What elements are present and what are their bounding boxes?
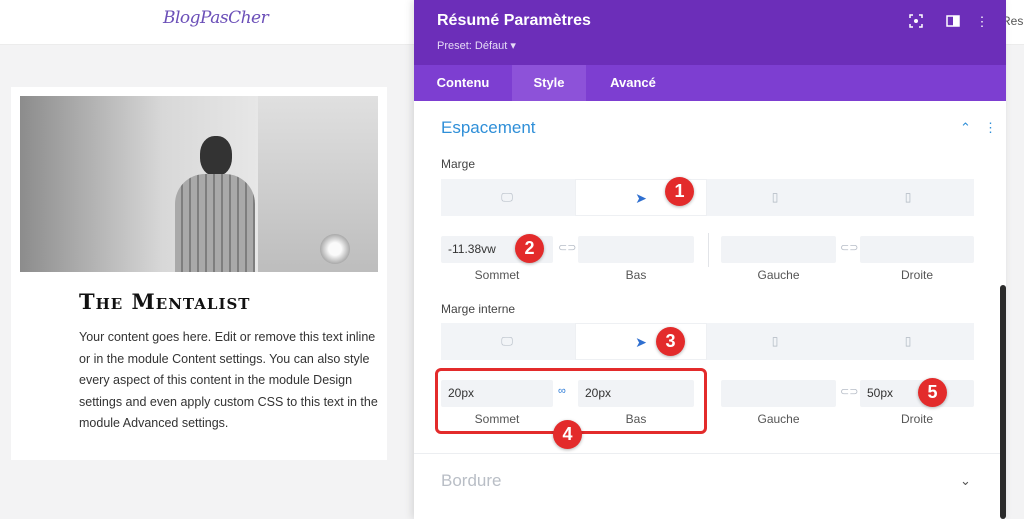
padding-device-bar: 🖵 ➤ ▯ ▯ (441, 323, 974, 360)
preset-dropdown[interactable]: Preset: Défaut ▾ (437, 39, 516, 52)
annotation-badge-3: 3 (656, 327, 685, 356)
tab-avance[interactable]: Avancé (596, 65, 670, 101)
desktop-icon[interactable]: 🖵 (441, 323, 573, 360)
split-view-icon[interactable] (945, 14, 961, 30)
person-suit (175, 174, 255, 272)
tab-bar: Contenu Style Avancé (414, 65, 1006, 101)
panel-title: Résumé Paramètres (437, 12, 591, 29)
cursor-icon: ➤ (635, 190, 647, 206)
screenshot-icon[interactable] (908, 14, 924, 30)
flower-decoration (320, 234, 350, 264)
field-divider (708, 233, 709, 267)
link-icon[interactable]: ⊂⊃ (840, 385, 858, 398)
chevron-down-icon: ▾ (510, 40, 516, 52)
margin-bottom-input[interactable] (578, 236, 694, 263)
padding-left-label: Gauche (757, 412, 800, 426)
person-head (200, 136, 232, 176)
margin-label: Marge (441, 157, 476, 171)
more-vertical-icon[interactable]: ⋮ (984, 120, 997, 136)
settings-panel: Résumé Paramètres Preset: Défaut ▾ ⋮ Con… (414, 0, 1006, 519)
margin-top-label: Sommet (474, 268, 520, 282)
panel-scrollbar[interactable] (1000, 285, 1006, 519)
annotation-badge-4: 4 (553, 420, 582, 449)
margin-left-label: Gauche (757, 268, 800, 282)
padding-right-input[interactable]: 50px (860, 380, 974, 407)
padding-left-input[interactable] (721, 380, 836, 407)
preset-label: Preset: Défaut (437, 40, 508, 52)
tab-contenu[interactable]: Contenu (424, 65, 502, 101)
phone-icon[interactable]: ▯ (842, 179, 974, 216)
annotation-badge-1: 1 (665, 177, 694, 206)
tablet-icon[interactable]: ▯ (709, 179, 841, 216)
section-title-espacement[interactable]: Espacement (441, 118, 536, 138)
curtain-background (258, 96, 378, 272)
margin-right-input[interactable] (860, 236, 974, 263)
padding-right-label: Droite (900, 412, 933, 426)
section-divider (414, 453, 1006, 454)
site-logo[interactable]: BlogPasCher (163, 8, 269, 28)
phone-icon[interactable]: ▯ (842, 323, 974, 360)
margin-bottom-label: Bas (625, 268, 647, 282)
margin-right-label: Droite (900, 268, 933, 282)
annotation-badge-2: 2 (515, 234, 544, 263)
tablet-icon[interactable]: ▯ (709, 323, 841, 360)
portrait-image (20, 96, 378, 272)
annotation-badge-5: 5 (918, 378, 947, 407)
margin-left-input[interactable] (721, 236, 836, 263)
chevron-down-icon[interactable]: ⌄ (960, 473, 971, 489)
link-icon[interactable]: ⊂⊃ (840, 241, 858, 254)
padding-label: Marge interne (441, 302, 516, 316)
card-title: The Mentalist (79, 289, 251, 314)
cursor-icon: ➤ (635, 334, 647, 350)
section-title-bordure[interactable]: Bordure (441, 471, 501, 491)
link-icon[interactable]: ⊂⊃ (558, 241, 576, 254)
desktop-icon[interactable]: 🖵 (441, 179, 573, 216)
panel-header: Résumé Paramètres Preset: Défaut ▾ ⋮ (414, 0, 1006, 65)
chevron-up-icon[interactable]: ⌃ (960, 120, 971, 136)
more-vertical-icon[interactable]: ⋮ (974, 14, 990, 30)
tab-style[interactable]: Style (512, 65, 586, 101)
hover-cursor-tab[interactable]: ➤ (575, 323, 707, 360)
margin-device-bar: 🖵 ➤ ▯ ▯ (441, 179, 974, 216)
person-figure (170, 116, 260, 272)
card-body: Your content goes here. Edit or remove t… (79, 330, 378, 430)
